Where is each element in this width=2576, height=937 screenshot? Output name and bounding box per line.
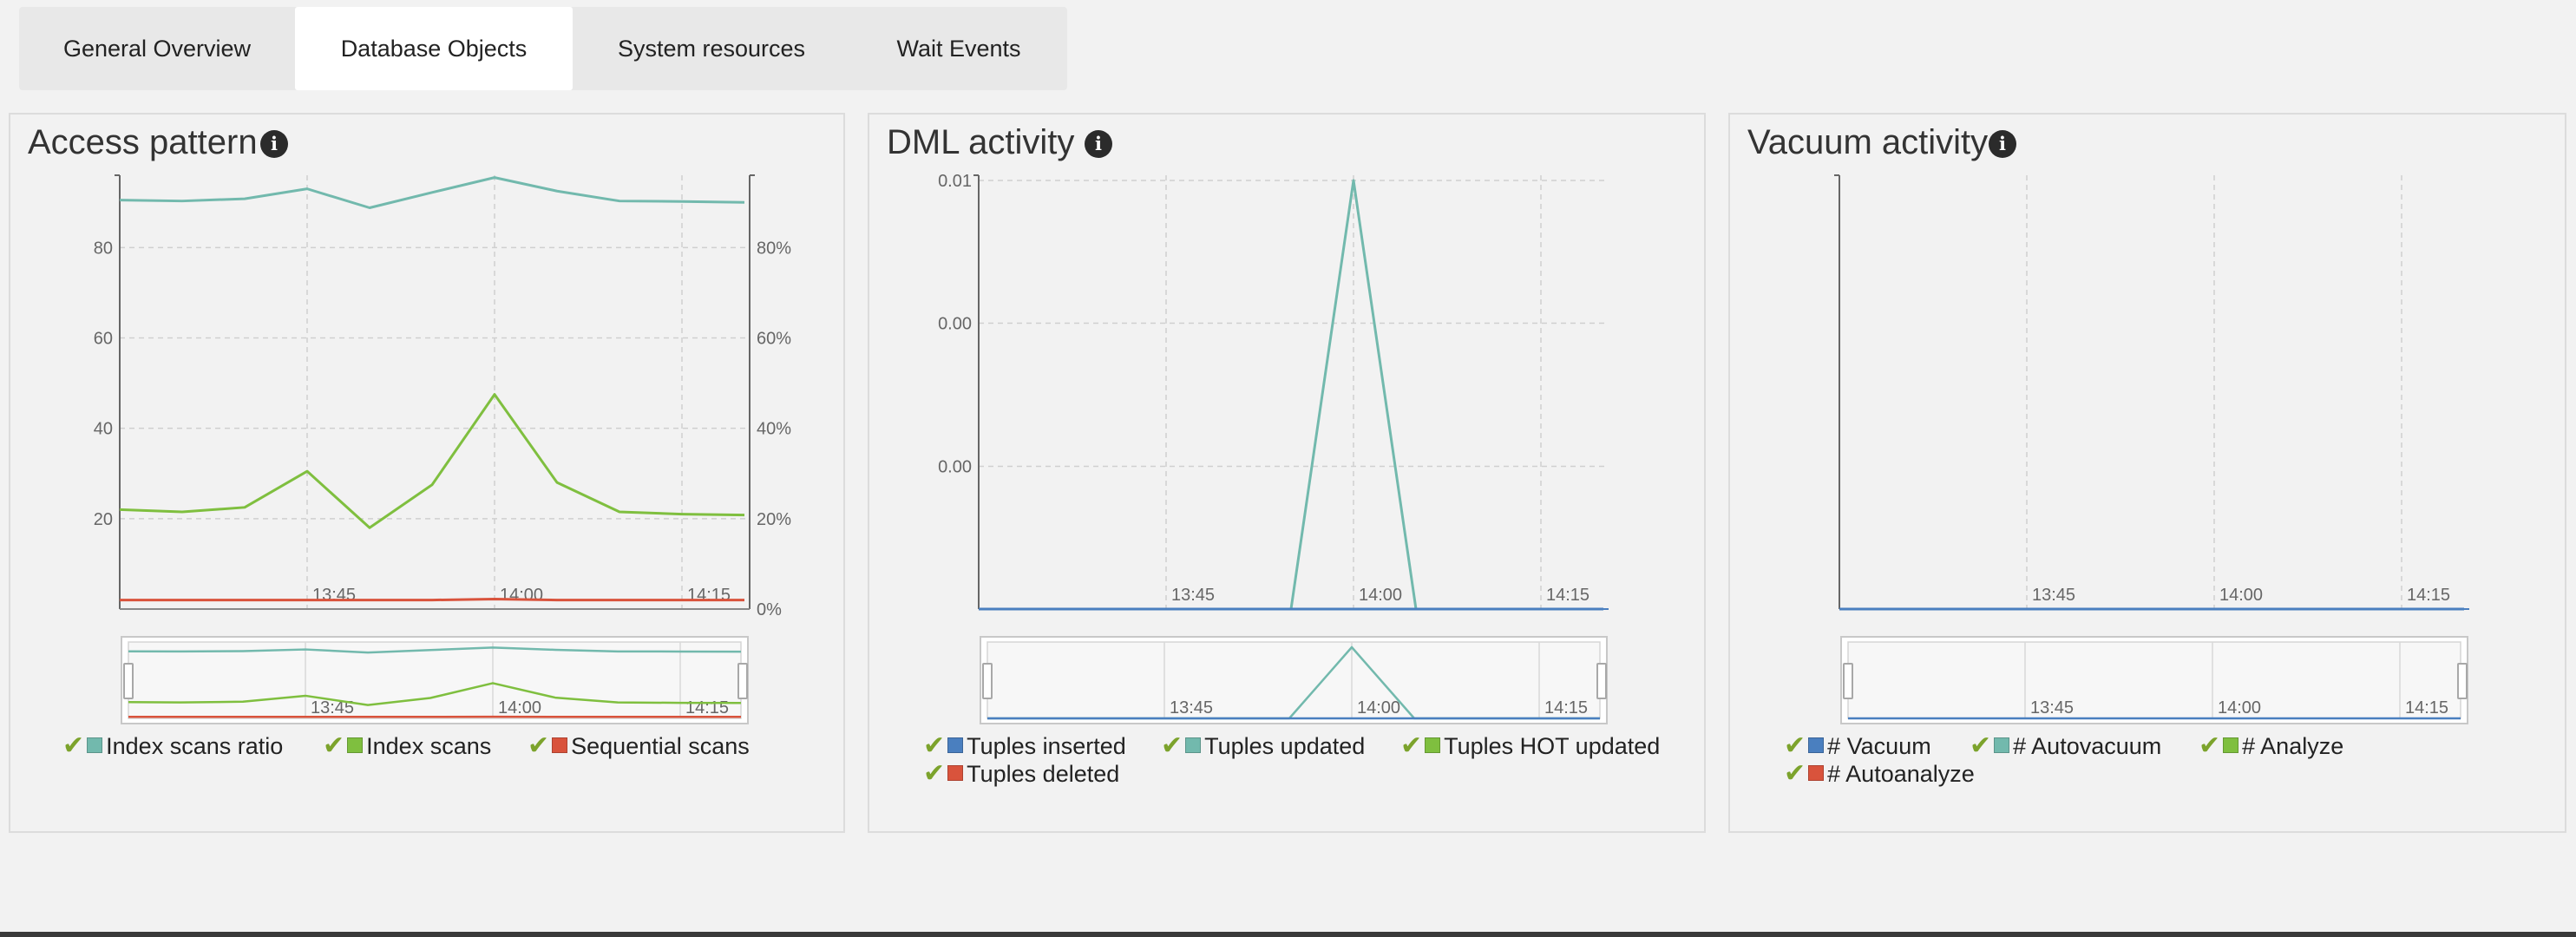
series-line-index-scans-ratio (119, 176, 745, 209)
legend-label: Tuples inserted (967, 733, 1126, 759)
check-icon: ✔ (923, 731, 946, 760)
legend-label: Tuples deleted (967, 761, 1120, 787)
check-icon: ✔ (528, 731, 550, 760)
legend-label: Sequential scans (571, 733, 750, 759)
legend-label: # Autoanalyze (1827, 761, 1975, 787)
y-right-tick-label: 0% (757, 600, 782, 619)
check-icon: ✔ (1970, 731, 1992, 760)
navigator-tick-label: 14:15 (2405, 698, 2448, 717)
legend-item[interactable]: ✔ Index scans (323, 731, 491, 761)
legend-item[interactable]: ✔ Sequential scans (528, 731, 750, 761)
legend-swatch (1808, 737, 1825, 753)
window-bottom-edge (0, 932, 2576, 937)
x-tick-label: 14:15 (687, 586, 731, 605)
navigator-left-handle[interactable] (123, 663, 134, 699)
y-tick-label: 20 (94, 510, 113, 529)
x-tick-label: 14:00 (1359, 586, 1402, 605)
navigator-right-handle[interactable] (737, 663, 748, 699)
check-icon: ✔ (323, 731, 345, 760)
legend-label: Tuples updated (1204, 733, 1366, 759)
legend-swatch (1994, 737, 2010, 753)
access-pattern-chart: 13:45 14:00 14:1520 20%40 40%60 60%80 80%0%13:… (94, 174, 791, 724)
legend-label: Tuples HOT updated (1444, 733, 1661, 759)
dml-activity-panel: DML activity i 13:45 14:00 14:15 0.00 0.00 0.… (868, 113, 1706, 833)
y-right-tick-label: 60% (757, 330, 791, 349)
vacuum-activity-chart: 13:45 14:00 14:15 13:45 14:00 14:15 (1834, 174, 2469, 724)
y-right-tick-label: 20% (757, 510, 791, 529)
y-tick-label: 80 (94, 239, 113, 258)
legend-swatch (1185, 737, 1202, 753)
legend-item[interactable]: ✔ Index scans ratio (62, 731, 283, 761)
navigator-tick-label: 14:15 (1544, 698, 1588, 717)
x-tick-label: 14:00 (2219, 586, 2263, 605)
navigator-tick-label: 14:00 (2218, 698, 2261, 717)
y-tick-label: 0.00 (938, 457, 972, 476)
legend-item[interactable]: ✔ # Vacuum (1784, 731, 1931, 761)
dml-activity-chart: 13:45 14:00 14:15 0.00 0.00 0.01 13:45 14:00 14:… (938, 172, 1609, 724)
legend-swatch (947, 765, 964, 781)
legend-item[interactable]: ✔ Tuples inserted (923, 731, 1126, 761)
check-icon: ✔ (923, 759, 946, 788)
legend-label: Index scans ratio (106, 733, 284, 759)
y-tick-label: 0.00 (938, 315, 972, 334)
y-tick-label: 0.01 (938, 172, 972, 191)
legend-swatch (87, 737, 103, 753)
navigator-tick-label: 14:15 (685, 698, 729, 717)
legend-item[interactable]: ✔ # Autoanalyze (1784, 758, 1975, 789)
check-icon: ✔ (62, 731, 85, 760)
legend-item[interactable]: ✔ Tuples deleted (923, 758, 1119, 789)
legend-item[interactable]: ✔ # Analyze (2199, 731, 2343, 761)
legend-label: # Analyze (2242, 733, 2344, 759)
y-tick-label: 40 (94, 420, 113, 439)
y-right-tick-label: 40% (757, 420, 791, 439)
check-icon: ✔ (1161, 731, 1183, 760)
legend-swatch (947, 737, 964, 753)
legend-swatch (1425, 737, 1441, 753)
navigator-tick-label: 14:00 (498, 698, 541, 717)
navigator-left-handle[interactable] (982, 663, 993, 699)
navigator-window (1847, 641, 2461, 719)
navigator-tick-label: 13:45 (1170, 698, 1213, 717)
navigator-right-handle[interactable] (1596, 663, 1607, 699)
y-right-tick-label: 80% (757, 239, 791, 258)
x-tick-label: 14:15 (2407, 586, 2450, 605)
legend-swatch (2223, 737, 2239, 753)
x-tick-label: 13:45 (312, 586, 356, 605)
vacuum-activity-panel: Vacuum activity i 13:45 14:00 14:15 13:45 14… (1728, 113, 2566, 833)
navigator-right-handle[interactable] (2457, 663, 2468, 699)
check-icon: ✔ (1784, 731, 1806, 760)
x-tick-label: 14:15 (1546, 586, 1590, 605)
series-line-tuples-updated (979, 179, 1603, 611)
legend-swatch (347, 737, 364, 753)
series-line-index-scans (119, 393, 745, 529)
check-icon: ✔ (1400, 731, 1423, 760)
legend-label: # Vacuum (1827, 733, 1931, 759)
navigator-left-handle[interactable] (1843, 663, 1853, 699)
tab-database-objects[interactable]: Database Objects (295, 7, 573, 90)
tab-wait-events[interactable]: Wait Events (850, 7, 1067, 90)
tab-bar: General Overview Database Objects System… (19, 7, 1067, 90)
access-pattern-panel: Access pattern i 13:45 14:00 14:15 20 20% 40 4… (9, 113, 845, 833)
legend-item[interactable]: ✔ Tuples HOT updated (1400, 731, 1660, 761)
legend-swatch (1808, 765, 1825, 781)
tab-system-resources[interactable]: System resources (573, 7, 850, 90)
navigator-window (128, 641, 742, 719)
legend-label: Index scans (366, 733, 492, 759)
check-icon: ✔ (2199, 731, 2221, 760)
legend-item[interactable]: ✔ # Autovacuum (1970, 731, 2161, 761)
legend-swatch (552, 737, 568, 753)
navigator-window (986, 641, 1601, 719)
x-tick-label: 13:45 (1171, 586, 1215, 605)
check-icon: ✔ (1784, 759, 1806, 788)
navigator-tick-label: 14:00 (1357, 698, 1400, 717)
legend-item[interactable]: ✔ Tuples updated (1161, 731, 1365, 761)
x-tick-label: 14:00 (500, 586, 543, 605)
legend-label: # Autovacuum (2013, 733, 2162, 759)
tab-general-overview[interactable]: General Overview (19, 7, 295, 90)
navigator-tick-label: 13:45 (2030, 698, 2074, 717)
y-tick-label: 60 (94, 330, 113, 349)
x-tick-label: 13:45 (2032, 586, 2075, 605)
